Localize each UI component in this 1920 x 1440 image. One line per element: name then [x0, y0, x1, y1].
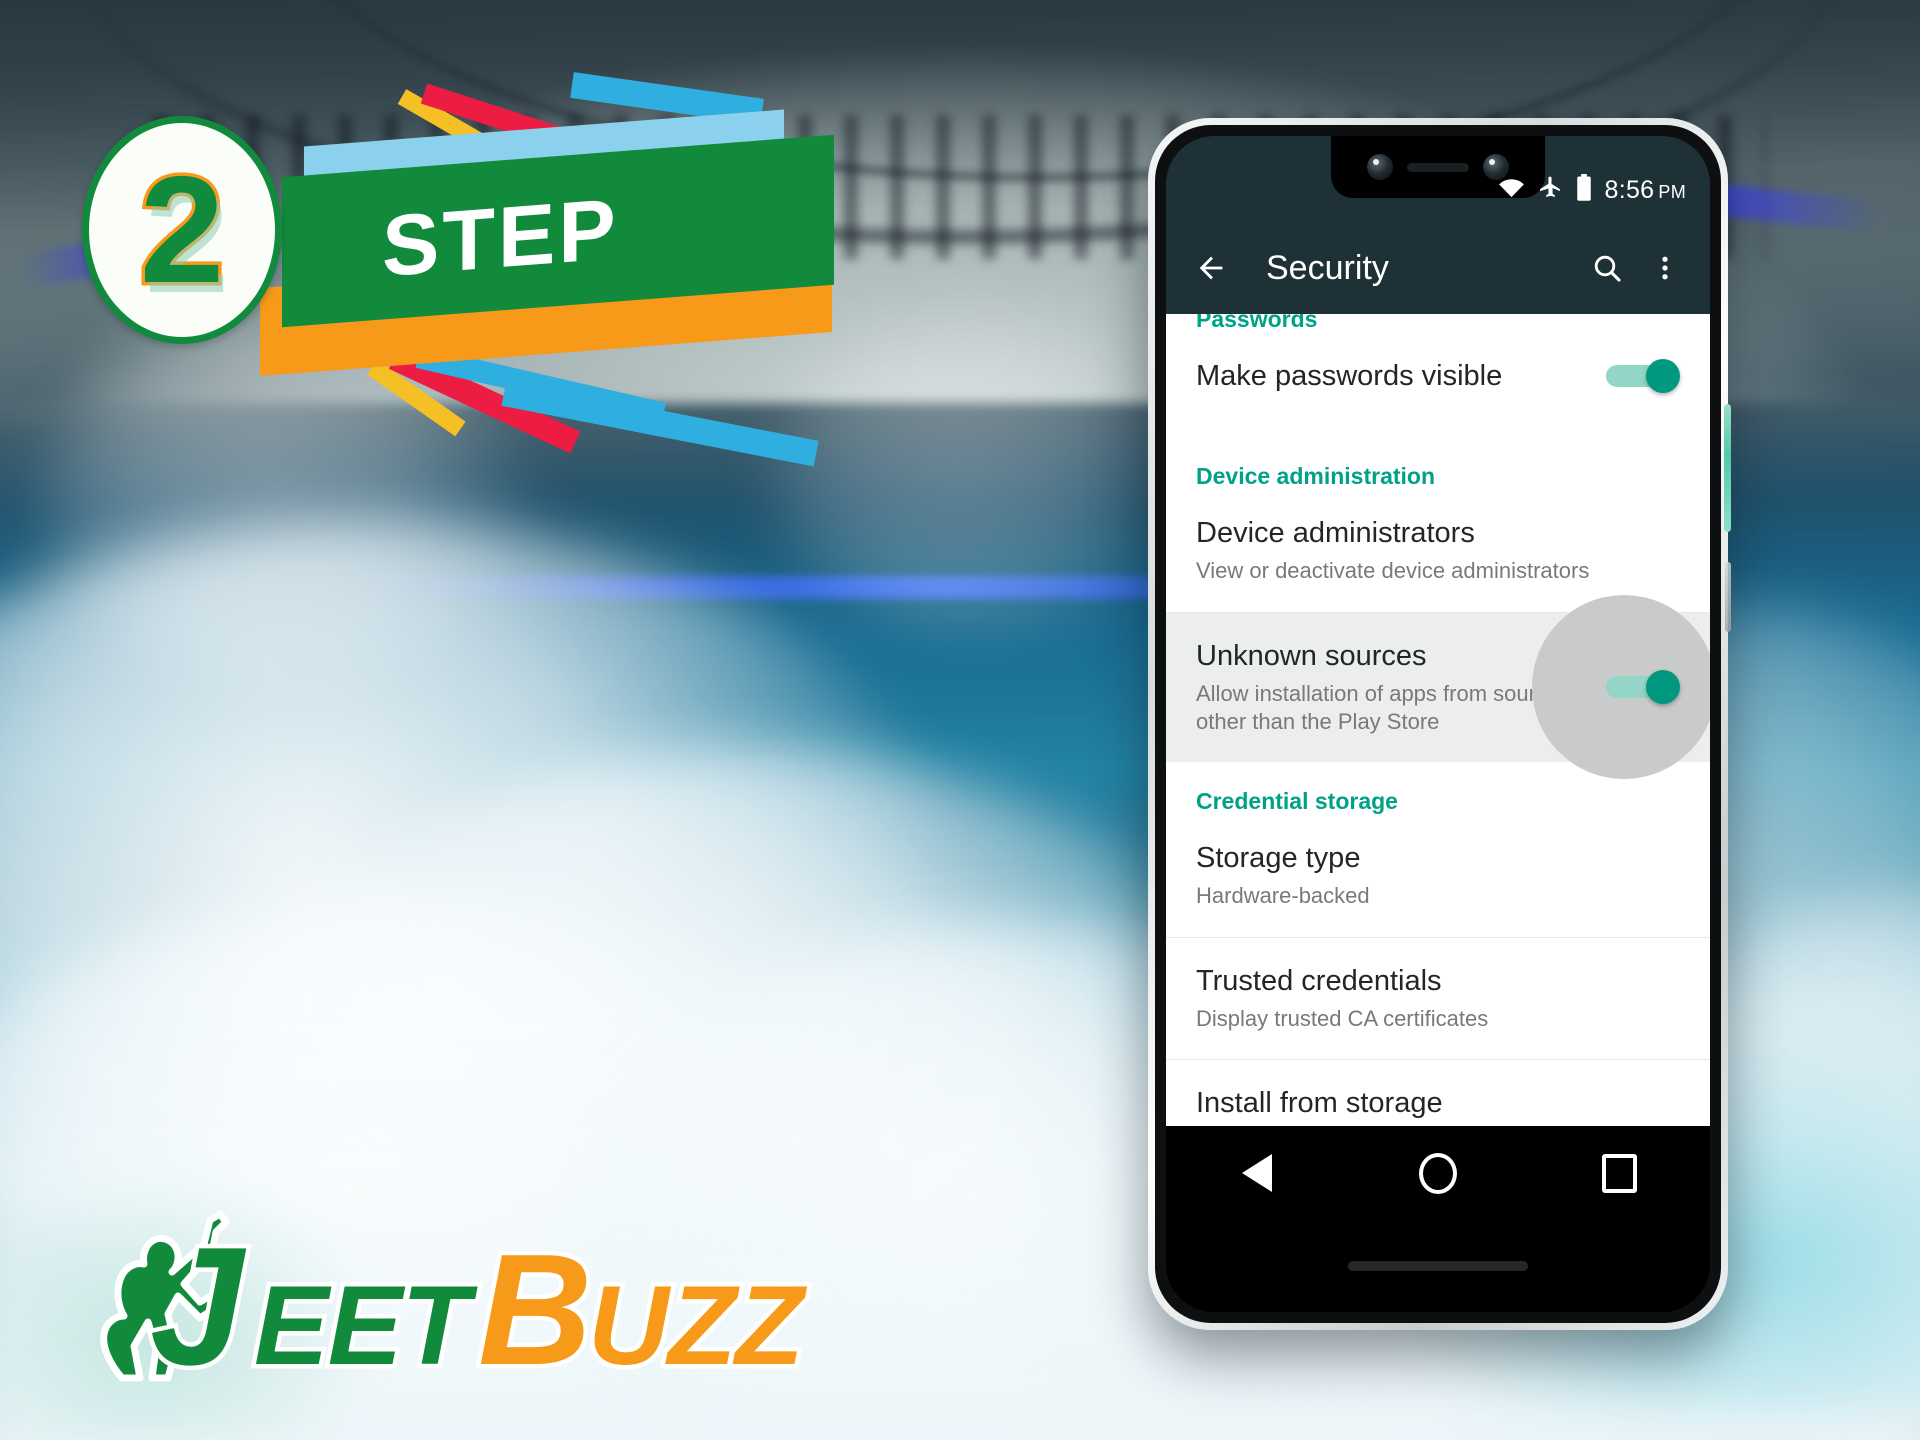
- list-item[interactable]: Device administrators View or deactivate…: [1166, 490, 1710, 611]
- logo-wordmark-jeet: J EET: [146, 1208, 484, 1397]
- svg-text:UZZ: UZZ: [588, 1263, 807, 1388]
- back-arrow-icon[interactable]: [1188, 245, 1234, 291]
- step-number-circle: 2: [82, 116, 282, 344]
- row-title: Make passwords visible: [1196, 360, 1503, 392]
- row-subtitle: Allow installation of apps from sources …: [1196, 680, 1571, 734]
- step-badge: STEP 2: [72, 28, 902, 467]
- svg-text:B: B: [478, 1222, 588, 1396]
- section-header-device-administration: Device administration: [1196, 463, 1436, 490]
- front-camera-icon: [1367, 154, 1393, 180]
- volume-button[interactable]: [1725, 562, 1731, 632]
- row-subtitle: Hardware-backed: [1196, 883, 1370, 909]
- row-subtitle: View or deactivate device administrators: [1196, 558, 1590, 584]
- more-vert-icon[interactable]: [1642, 245, 1688, 291]
- earpiece-speaker: [1407, 162, 1469, 172]
- list-item[interactable]: Make passwords visible: [1166, 333, 1710, 419]
- list-item[interactable]: Install from storage Install certificate…: [1166, 1060, 1710, 1126]
- logo-wordmark-buzz: B UZZ: [474, 1218, 813, 1397]
- unknown-sources-toggle[interactable]: [1606, 670, 1680, 705]
- svg-text:J: J: [150, 1212, 247, 1396]
- screenshot-root: STEP 2 J EET B UZZ 8:56 PM Security Pass…: [0, 0, 1920, 1440]
- status-bar: 8:56 PM: [1166, 136, 1710, 222]
- phone-frame: 8:56 PM Security Passwords Make password…: [1148, 118, 1731, 1330]
- make-passwords-visible-toggle[interactable]: [1606, 359, 1680, 394]
- nav-home-circle-icon[interactable]: [1393, 1143, 1483, 1203]
- airplane-mode-icon: [1538, 175, 1563, 205]
- app-bar: Security: [1166, 222, 1710, 314]
- row-title: Storage type: [1196, 842, 1361, 875]
- svg-text:EET: EET: [254, 1263, 478, 1388]
- phone-chin: [1166, 1220, 1710, 1312]
- row-title: Device administrators: [1196, 517, 1475, 550]
- jeetbuzz-logo: J EET B UZZ: [58, 1196, 878, 1396]
- step-number: 2: [136, 145, 228, 315]
- row-subtitle: Display trusted CA certificates: [1196, 1005, 1489, 1031]
- navigation-bar: [1166, 1126, 1710, 1220]
- wifi-icon: [1498, 177, 1525, 203]
- section-header-credential-storage: Credential storage: [1196, 788, 1398, 815]
- list-item[interactable]: Unknown sources Allow installation of ap…: [1166, 595, 1710, 780]
- settings-list[interactable]: Passwords Make passwords visible Device …: [1166, 314, 1710, 1126]
- battery-icon: [1576, 174, 1592, 206]
- power-button[interactable]: [1724, 404, 1731, 532]
- phone-mockup: 8:56 PM Security Passwords Make password…: [1148, 118, 1731, 1330]
- nav-recents-square-icon[interactable]: [1574, 1143, 1664, 1203]
- section-header-passwords: Passwords: [1196, 314, 1318, 332]
- list-item[interactable]: Storage type Hardware-backed: [1166, 815, 1710, 936]
- status-bar-clock: 8:56 PM: [1604, 175, 1686, 204]
- row-title: Unknown sources: [1196, 639, 1427, 672]
- row-title: Trusted credentials: [1196, 964, 1442, 997]
- list-item[interactable]: Trusted credentials Display trusted CA c…: [1166, 938, 1710, 1059]
- nav-back-triangle-icon[interactable]: [1212, 1143, 1302, 1203]
- bottom-speaker-grille: [1348, 1261, 1528, 1271]
- search-icon[interactable]: [1584, 245, 1630, 291]
- row-title: Install from storage: [1196, 1086, 1443, 1119]
- phone-screen: 8:56 PM Security Passwords Make password…: [1166, 136, 1710, 1312]
- page-title: Security: [1266, 248, 1389, 287]
